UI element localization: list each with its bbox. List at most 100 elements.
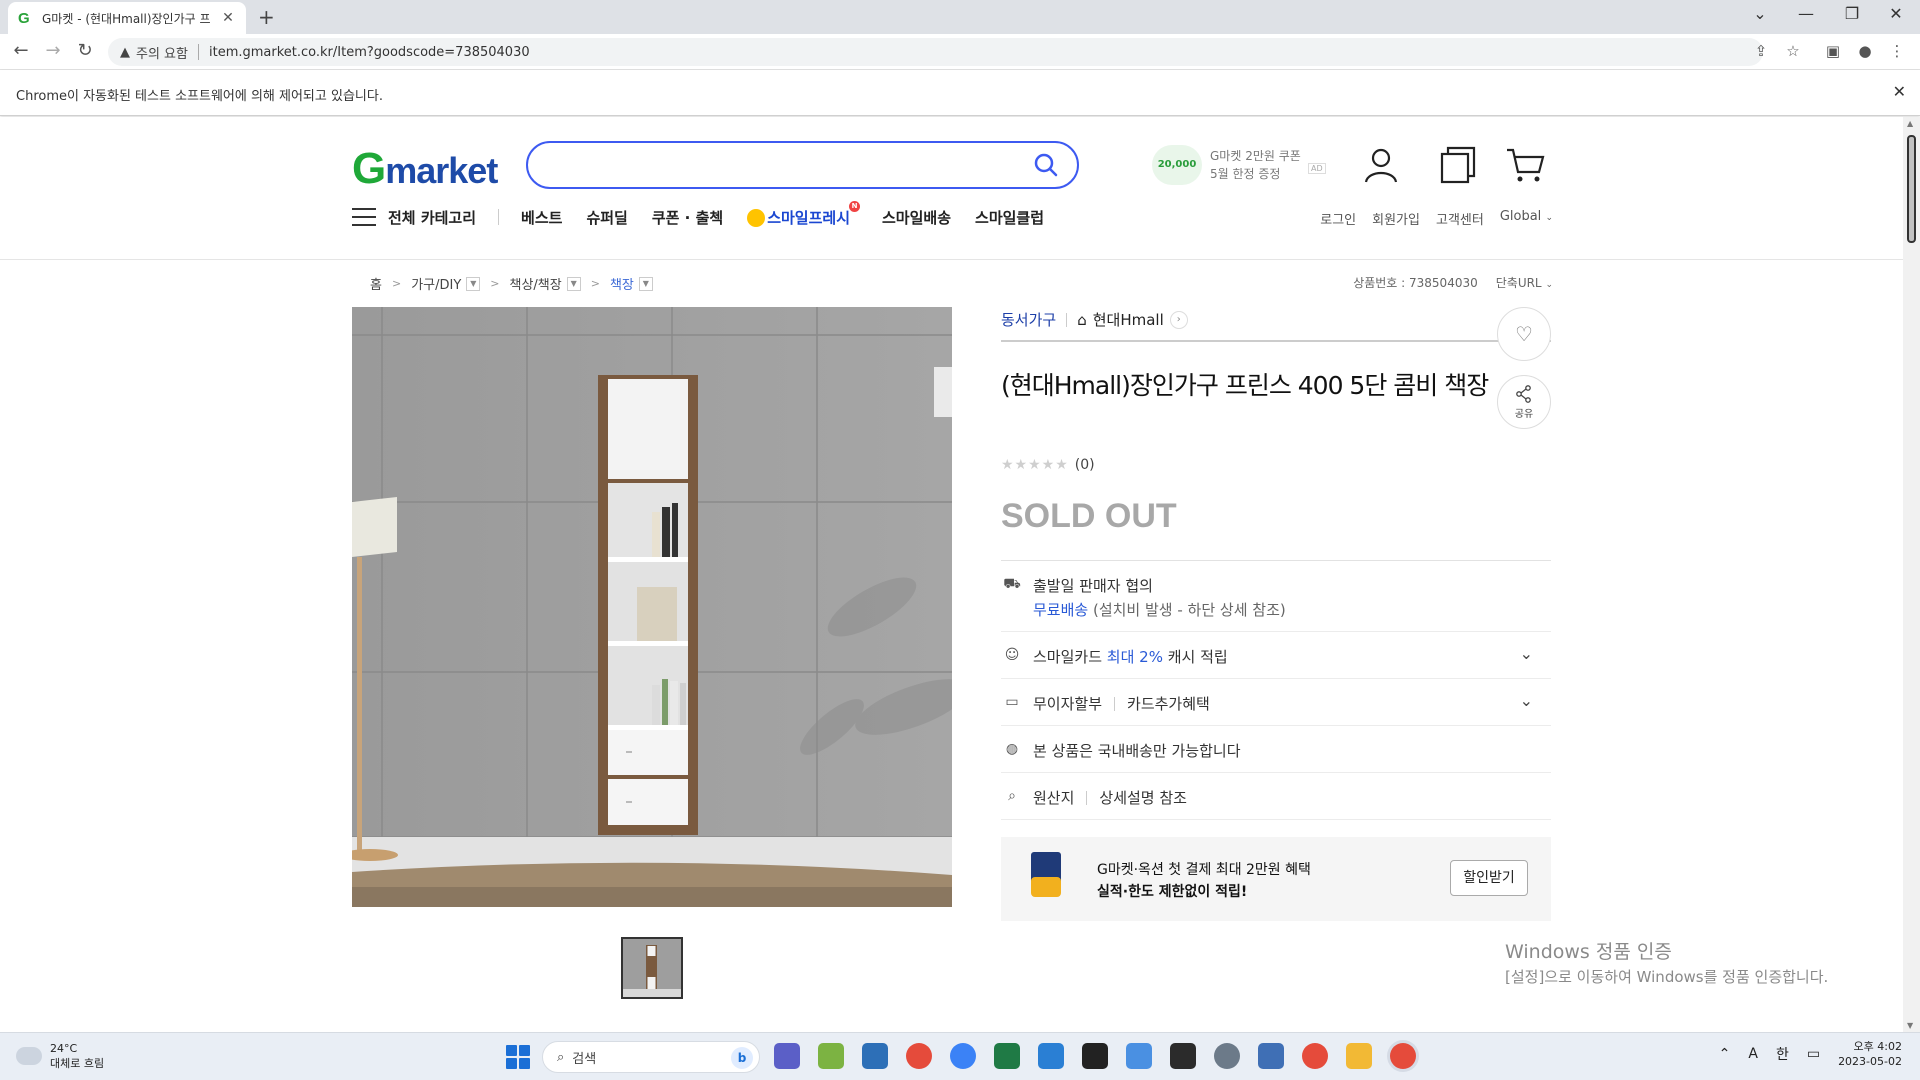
hamburger-menu-icon[interactable] (352, 208, 376, 226)
coupon-promo-line2: 5월 한정 증정 (1210, 167, 1281, 181)
chat-app-icon[interactable] (950, 1043, 976, 1069)
scroll-up-arrow-icon[interactable]: ▲ (1907, 119, 1913, 128)
maximize-window-button[interactable]: ❐ (1832, 4, 1872, 23)
ime-mode-han[interactable]: 한 (1776, 1044, 1789, 1064)
chevron-right-icon[interactable]: › (1169, 310, 1188, 329)
chevron-down-icon[interactable]: ⌄ (1520, 691, 1533, 710)
bing-icon[interactable]: b (731, 1047, 753, 1069)
chrome-icon[interactable] (906, 1043, 932, 1069)
coupon-amount-badge: 20,000 (1152, 145, 1202, 185)
windows-start-icon[interactable] (506, 1045, 530, 1069)
my-account-icon[interactable] (1361, 145, 1401, 185)
warning-triangle-icon[interactable]: ▲ (120, 45, 130, 60)
forward-arrow-icon[interactable]: → (40, 40, 66, 61)
url-text[interactable]: item.gmarket.co.kr/Item?goodscode=738504… (209, 45, 530, 60)
close-window-button[interactable]: ✕ (1876, 4, 1916, 23)
customer-center-link[interactable]: 고객센터 (1436, 209, 1484, 228)
credit-card-icon: ▭ (1005, 694, 1019, 710)
page-scrollbar[interactable]: ▲ ▼ (1903, 117, 1920, 1032)
shop-link[interactable]: 현대Hmall (1093, 309, 1164, 330)
chevron-down-icon: ⌄ (1545, 280, 1553, 290)
chrome-menu-icon[interactable]: ⋮ (1886, 42, 1908, 60)
chrome-icon-2[interactable] (1302, 1043, 1328, 1069)
share-button[interactable]: 공유 (1497, 375, 1551, 429)
installment-row[interactable]: ▭ 무이자할부 카드추가혜택 ⌄ (1001, 679, 1551, 726)
dropdown-chevron-icon[interactable]: ▼ (638, 276, 653, 291)
breadcrumb-home[interactable]: 홈 (370, 274, 382, 293)
infobar-close-icon[interactable]: ✕ (1893, 82, 1906, 101)
reload-icon[interactable]: ↻ (72, 40, 98, 61)
profile-avatar-icon[interactable]: ● (1854, 42, 1876, 60)
back-arrow-icon[interactable]: ← (8, 40, 34, 61)
security-warning-label[interactable]: 주의 요함 (136, 43, 188, 62)
weather-widget[interactable]: 24°C 대체로 흐림 (14, 1041, 104, 1071)
brand-link[interactable]: 동서가구 (1001, 309, 1056, 330)
review-count[interactable]: (0) (1075, 457, 1095, 473)
gnb-item-smile-club[interactable]: 스마일클럽 (975, 207, 1044, 228)
tab-close-icon[interactable]: ✕ (220, 10, 236, 26)
taskbar-search[interactable]: ⌕ 검색 b (542, 1041, 760, 1073)
wishlist-heart-button[interactable]: ♡ (1497, 307, 1551, 361)
search-input[interactable] (548, 153, 1008, 177)
product-thumbnail[interactable] (621, 937, 683, 999)
tray-chevron-up-icon[interactable]: ⌃ (1719, 1046, 1731, 1062)
recent-items-icon[interactable] (1437, 145, 1477, 185)
breadcrumb-level2[interactable]: 책상/책장 (510, 274, 562, 293)
tab-search-chevron-icon[interactable]: ⌄ (1740, 4, 1780, 23)
login-link[interactable]: 로그인 (1320, 209, 1356, 228)
smile-card-row[interactable]: ☺ 스마일카드 최대 2% 캐시 적립 ⌄ (1001, 632, 1551, 679)
product-number: 상품번호 : 738504030 (1353, 276, 1478, 290)
new-tab-button[interactable]: + (258, 5, 275, 29)
side-panel-icon[interactable]: ▣ (1822, 42, 1844, 60)
meet-app-icon[interactable] (774, 1043, 800, 1069)
gnb-item-best[interactable]: 베스트 (521, 207, 562, 228)
scrollbar-thumb[interactable] (1907, 135, 1916, 243)
gnb-item-smile-delivery[interactable]: 스마일배송 (882, 207, 951, 228)
font-app-icon[interactable] (1126, 1043, 1152, 1069)
network-icon[interactable]: ▭ (1807, 1046, 1820, 1062)
terminal-icon[interactable] (1170, 1043, 1196, 1069)
browser-toolbar: ← → ↻ ▲ 주의 요함 item.gmarket.co.kr/Item?go… (0, 34, 1920, 70)
excel-icon[interactable] (994, 1043, 1020, 1069)
shipping-dispatch-text: 출발일 판매자 협의 (1033, 577, 1153, 595)
gnb-item-superdeal[interactable]: 슈퍼딜 (586, 207, 627, 228)
address-bar[interactable]: ▲ 주의 요함 item.gmarket.co.kr/Item?goodscod… (108, 38, 1763, 66)
magnifier-icon: ⌕ (1008, 788, 1016, 804)
signup-link[interactable]: 회원가입 (1372, 209, 1420, 228)
vscode-icon[interactable] (1038, 1043, 1064, 1069)
gmarket-logo[interactable]: Gmarket (352, 144, 498, 194)
gnb-item-coupon-checkin[interactable]: 쿠폰 · 출첵 (652, 207, 723, 228)
system-tray: ⌃ A 한 ▭ 오후 4:02 2023-05-02 (1719, 1039, 1902, 1069)
sticky-app-icon[interactable] (1082, 1043, 1108, 1069)
search-box[interactable] (526, 141, 1079, 189)
scroll-down-arrow-icon[interactable]: ▼ (1907, 1021, 1913, 1030)
dropdown-chevron-icon[interactable]: ▼ (566, 276, 581, 291)
document-app-icon[interactable] (1258, 1043, 1284, 1069)
shopping-cart-icon[interactable] (1505, 145, 1545, 185)
file-explorer-icon[interactable] (1346, 1043, 1372, 1069)
breadcrumb-level1[interactable]: 가구/DIY (411, 274, 461, 293)
coupon-promo-ad[interactable]: 20,000 G마켓 2만원 쿠폰 5월 한정 증정 AD (1152, 143, 1326, 187)
chevron-down-icon[interactable]: ⌄ (1520, 644, 1533, 663)
share-page-icon[interactable]: ⇪ (1750, 42, 1772, 60)
browser-tab[interactable]: G G마켓 - (현대Hmall)장인가구 프 ✕ (8, 2, 246, 34)
minimize-window-button[interactable]: — (1786, 4, 1826, 23)
global-link[interactable]: Global ⌄ (1500, 209, 1553, 228)
windows-activation-watermark: Windows 정품 인증 [설정]으로 이동하여 Windows를 정품 인증… (1505, 941, 1829, 986)
ime-mode-a[interactable]: A (1748, 1046, 1758, 1062)
settings-gear-icon[interactable] (1214, 1043, 1240, 1069)
chrome-active-icon[interactable] (1390, 1043, 1416, 1069)
all-categories-link[interactable]: 전체 카테고리 (388, 207, 476, 228)
dropdown-chevron-icon[interactable]: ▼ (466, 276, 481, 291)
get-discount-button[interactable]: 할인받기 (1450, 860, 1528, 896)
product-main-image[interactable] (352, 307, 952, 907)
search-icon[interactable] (1033, 152, 1059, 178)
bookmark-star-icon[interactable]: ☆ (1782, 42, 1804, 60)
gnb-divider (498, 209, 500, 225)
network-app-icon[interactable] (862, 1043, 888, 1069)
gnb-item-smile-fresh[interactable]: 스마일프레시 N (747, 200, 860, 228)
short-url-button[interactable]: 단축URL ⌄ (1496, 274, 1553, 291)
notes-app-icon[interactable] (818, 1043, 844, 1069)
breadcrumb-level3[interactable]: 책장 (610, 274, 634, 293)
clock[interactable]: 오후 4:02 2023-05-02 (1838, 1039, 1902, 1069)
